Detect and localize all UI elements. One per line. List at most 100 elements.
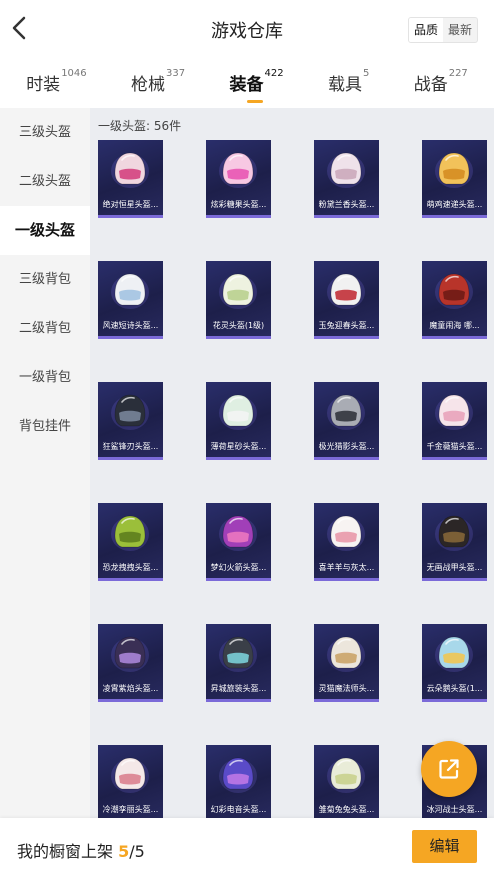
helmet-icon [327,515,365,551]
tab-label: 战备 [413,75,448,95]
sidebar-item-backpack-charm[interactable]: 背包挂件 [0,402,90,451]
item-name: 昇城旅装头盔... [210,684,267,693]
showcase-count: 5 [118,842,130,861]
item-grid-panel: 一级头盔: 56件 绝对恒星头盔... 炫彩糖果头盔... 粉黛兰香头盔... 萌鸡速… [90,108,494,818]
item-name: 恐龙拽拽头盔... [102,563,159,572]
item-name: 炫彩糖果头盔... [210,200,267,209]
item-card[interactable]: 恐龙拽拽头盔... [98,503,163,581]
helmet-icon [327,273,365,309]
active-tab-indicator [247,100,264,103]
tab-supplies[interactable]: 战备227 [414,58,468,95]
item-card[interactable]: 灵猫魔法师头... [314,624,379,702]
sort-option-quality[interactable]: 品质 [408,18,443,42]
item-name: 萌鸡速递头盔... [426,200,483,209]
sidebar: 三级头盔 二级头盔 一级头盔 三级背包 二级背包 一级背包 背包挂件 [0,108,90,818]
helmet-icon [111,636,149,672]
item-card[interactable]: 玉兔迎春头盔... [314,261,379,339]
item-card[interactable]: 狂鲨锋刃头盔... [98,382,163,460]
helmet-icon [435,636,473,672]
helmet-icon [219,515,257,551]
item-card[interactable]: 梦幻火箭头盔... [206,503,271,581]
item-name: 凌霄紫焰头盔... [102,684,159,693]
edit-button[interactable]: 编辑 [412,830,477,863]
sort-toggle: 品质 最新 [407,17,478,43]
item-name: 绝对恒星头盔... [102,200,159,209]
item-card[interactable]: 昇城旅装头盔... [206,624,271,702]
helmet-icon [327,757,365,793]
tab-count: 422 [264,68,284,79]
footer: 我的橱窗上架 5/5 编辑 [0,818,494,875]
helmet-icon [435,515,473,551]
item-name: 魔童闹海 哪... [429,321,480,330]
item-card[interactable]: 风速短诗头盔... [98,261,163,339]
item-name: 风速短诗头盔... [102,321,159,330]
showcase-status: 我的橱窗上架 5/5 [17,838,145,862]
tab-count: 1046 [61,68,87,79]
item-card[interactable]: 云朵鹅头盔(1... [422,624,487,702]
helmet-icon [327,152,365,188]
tab-weapons[interactable]: 枪械337 [131,58,185,95]
helmet-icon [111,152,149,188]
item-card[interactable]: 极光猎影头盔... [314,382,379,460]
helmet-icon [111,394,149,430]
item-card[interactable]: 无画战甲头盔... [422,503,487,581]
item-name: 极光猎影头盔... [318,442,375,451]
item-name: 花灵头盔(1级) [212,321,265,330]
tab-fashion[interactable]: 时装1046 [26,58,86,95]
item-card[interactable]: 魔童闹海 哪... [422,261,487,339]
sidebar-item-level2-helmet[interactable]: 二级头盔 [0,157,90,206]
helmet-icon [111,515,149,551]
item-name: 千金薇猫头盔... [426,442,483,451]
item-card[interactable]: 炫彩糖果头盔... [206,140,271,218]
share-button[interactable] [421,741,477,797]
item-card[interactable]: 喜羊羊与灰太... [314,503,379,581]
item-name: 灵猫魔法师头... [318,684,375,693]
header: 游戏仓库 品质 最新 [0,0,494,58]
item-card[interactable]: 花灵头盔(1级) [206,261,271,339]
item-name: 无画战甲头盔... [426,563,483,572]
tab-label: 载具 [327,75,362,95]
helmet-icon [327,636,365,672]
item-name: 冷潮孪丽头盔... [102,805,159,814]
item-card[interactable]: 粉黛兰香头盔... [314,140,379,218]
helmet-icon [219,757,257,793]
item-name: 狂鲨锋刃头盔... [102,442,159,451]
item-name: 幻彩电音头盔... [210,805,267,814]
item-name: 雏菊兔兔头盔... [318,805,375,814]
tab-equipment[interactable]: 装备422 [229,58,284,103]
helmet-icon [111,757,149,793]
helmet-icon [111,273,149,309]
tab-label: 枪械 [131,75,166,95]
item-card[interactable]: 千金薇猫头盔... [422,382,487,460]
helmet-icon [435,273,473,309]
sidebar-item-level3-backpack[interactable]: 三级背包 [0,255,90,304]
item-name: 玉兔迎春头盔... [318,321,375,330]
helmet-icon [435,394,473,430]
helmet-icon [219,273,257,309]
sidebar-item-level2-backpack[interactable]: 二级背包 [0,304,90,353]
tab-count: 5 [362,68,370,79]
item-card[interactable]: 凌霄紫焰头盔... [98,624,163,702]
item-card[interactable]: 绝对恒星头盔... [98,140,163,218]
item-card[interactable]: 雏菊兔兔头盔... [314,745,379,818]
category-tabs: 时装1046 枪械337 装备422 载具5 战备227 [0,58,494,106]
item-card[interactable]: 薄荷星砂头盔... [206,382,271,460]
item-name: 喜羊羊与灰太... [318,563,375,572]
sidebar-item-level1-helmet[interactable]: 一级头盔 [0,206,90,255]
sidebar-item-level3-helmet[interactable]: 三级头盔 [0,108,90,157]
helmet-icon [435,152,473,188]
tab-count: 227 [448,68,468,79]
helmet-icon [219,636,257,672]
item-name: 冰河战士头盔... [426,805,483,814]
item-card[interactable]: 幻彩电音头盔... [206,745,271,818]
item-name: 梦幻火箭头盔... [210,563,267,572]
item-card[interactable]: 冷潮孪丽头盔... [98,745,163,818]
item-card[interactable]: 萌鸡速递头盔... [422,140,487,218]
item-name: 云朵鹅头盔(1... [426,684,483,693]
helmet-icon [219,394,257,430]
sort-option-latest[interactable]: 最新 [443,18,477,42]
tab-vehicles[interactable]: 载具5 [328,58,369,95]
sidebar-item-level1-backpack[interactable]: 一级背包 [0,353,90,402]
section-label: 一级头盔: 56件 [98,119,182,133]
helmet-icon [219,152,257,188]
